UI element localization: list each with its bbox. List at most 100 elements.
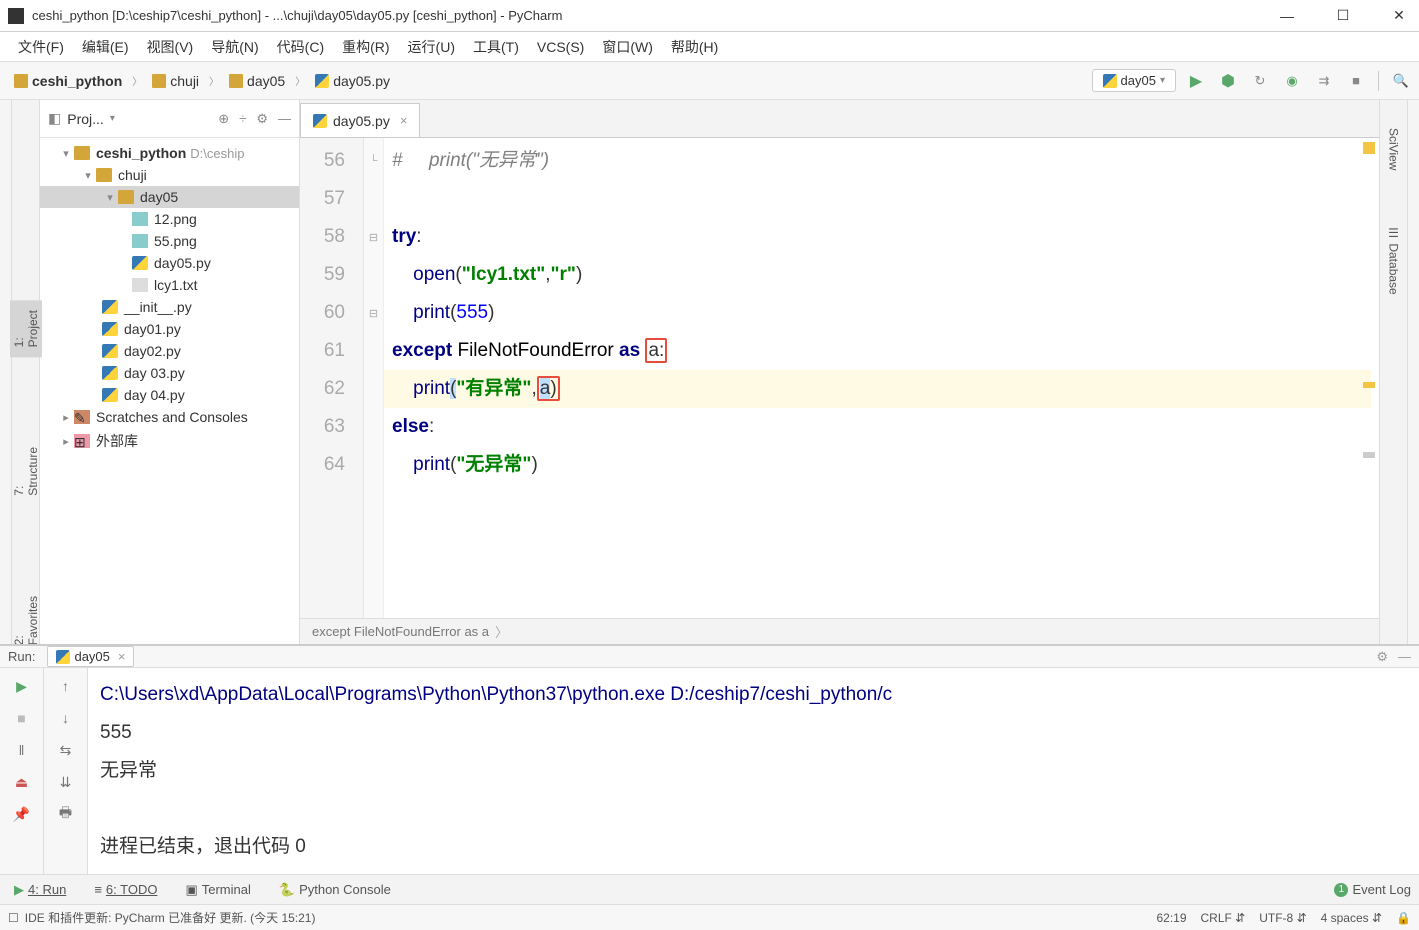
python-console-tab[interactable]: 🐍Python Console (273, 880, 397, 900)
tree-folder-root[interactable]: ▾ceshi_pythonD:\ceship (40, 142, 299, 164)
up-button[interactable]: ↑ (56, 676, 76, 696)
fold-icon[interactable]: ⊟ (364, 218, 383, 256)
close-icon[interactable]: × (400, 113, 408, 128)
menu-vcs[interactable]: VCS(S) (531, 35, 590, 59)
wrap-button[interactable]: ⇆ (56, 740, 76, 760)
structure-tool-tab[interactable]: 7: Structure (10, 437, 42, 506)
folder-icon (229, 74, 243, 88)
line-separator[interactable]: CRLF ⇵ (1201, 911, 1246, 925)
editor-tab[interactable]: day05.py × (300, 103, 420, 137)
close-button[interactable]: ✕ (1387, 4, 1411, 28)
run-config-selector[interactable]: day05 ▾ (1092, 69, 1176, 92)
status-message: IDE 和插件更新: PyCharm 已准备好 更新. (今天 15:21) (25, 909, 316, 926)
exit-button[interactable]: ⏏ (12, 772, 32, 792)
tree-file[interactable]: day05.py (40, 252, 299, 274)
project-tree[interactable]: ▾ceshi_pythonD:\ceship ▾chuji ▾day05 12.… (40, 138, 299, 644)
gear-icon[interactable]: ⚙ (1376, 649, 1388, 665)
gear-icon[interactable]: ⚙ (256, 111, 268, 127)
status-icon[interactable]: ☐ (8, 911, 19, 925)
tree-file[interactable]: day 03.py (40, 362, 299, 384)
coverage-button[interactable]: ↻ (1250, 71, 1270, 91)
code-editor[interactable]: 565758 596061 626364 └⊟ ⊟ # print("无异常")… (300, 138, 1379, 618)
editor-minimap[interactable] (1363, 142, 1375, 542)
print-button[interactable]: 🖶 (56, 804, 76, 824)
tree-file[interactable]: 55.png (40, 230, 299, 252)
menu-file[interactable]: 文件(F) (12, 33, 70, 61)
warning-marker[interactable] (1363, 142, 1375, 154)
editor-breadcrumb-strip[interactable]: except FileNotFoundError as a〉 (300, 618, 1379, 644)
python-file-icon (102, 300, 118, 314)
terminal-tab[interactable]: ▣Terminal (179, 880, 256, 900)
pause-button[interactable]: ‖ (12, 740, 32, 760)
project-panel-header: ◧Proj...▾ ⊕ ÷ ⚙ — (40, 100, 299, 138)
tree-ext-lib[interactable]: ▸⊞外部库 (40, 428, 299, 454)
warning-stripe[interactable] (1363, 452, 1375, 458)
left-margin-strip (0, 100, 12, 644)
menu-navigate[interactable]: 导航(N) (205, 33, 264, 61)
file-encoding[interactable]: UTF-8 ⇵ (1259, 911, 1306, 925)
debug-button[interactable]: ⬢ (1218, 71, 1238, 91)
breadcrumb-item[interactable]: chuji (146, 71, 205, 91)
tree-scratches[interactable]: ▸✎Scratches and Consoles (40, 406, 299, 428)
tree-folder-selected[interactable]: ▾day05 (40, 186, 299, 208)
tree-file[interactable]: day01.py (40, 318, 299, 340)
collapse-icon[interactable]: ÷ (239, 111, 246, 127)
todo-tab[interactable]: ≡6: TODO (88, 880, 163, 899)
attach-button[interactable]: ⇉ (1314, 71, 1334, 91)
menu-edit[interactable]: 编辑(E) (76, 33, 135, 61)
close-icon[interactable]: × (118, 649, 126, 664)
tree-file[interactable]: lcy1.txt (40, 274, 299, 296)
code-content[interactable]: # print("无异常") try: open("lcy1.txt","r")… (384, 138, 1379, 618)
tree-file[interactable]: __init__.py (40, 296, 299, 318)
sciview-tool-tab[interactable]: SciView (1385, 120, 1403, 178)
profile-button[interactable]: ◉ (1282, 71, 1302, 91)
cursor-position[interactable]: 62:19 (1156, 911, 1186, 925)
python-icon: 🐍 (279, 882, 295, 898)
menu-window[interactable]: 窗口(W) (596, 33, 659, 61)
run-config-tab[interactable]: day05 × (47, 646, 134, 667)
stop-button[interactable]: ■ (1346, 71, 1366, 91)
breadcrumb-item[interactable]: day05.py (309, 71, 396, 91)
stop-button[interactable]: ■ (12, 708, 32, 728)
hide-icon[interactable]: — (278, 111, 291, 127)
menu-help[interactable]: 帮助(H) (665, 33, 724, 61)
console-line: 进程已结束，退出代码 0 (100, 828, 1407, 866)
tree-file[interactable]: day 04.py (40, 384, 299, 406)
menu-tools[interactable]: 工具(T) (467, 33, 525, 61)
menu-code[interactable]: 代码(C) (271, 33, 330, 61)
tree-file[interactable]: 12.png (40, 208, 299, 230)
tree-folder[interactable]: ▾chuji (40, 164, 299, 186)
window-title: ceshi_python [D:\ceship7\ceshi_python] -… (32, 8, 1275, 23)
fold-end-icon[interactable]: └ (364, 142, 383, 180)
menu-view[interactable]: 视图(V) (141, 33, 200, 61)
fold-icon[interactable]: ⊟ (364, 294, 383, 332)
lock-icon[interactable]: 🔒 (1396, 911, 1411, 925)
scroll-button[interactable]: ⇊ (56, 772, 76, 792)
pin-button[interactable]: 📌 (12, 804, 32, 824)
rerun-button[interactable]: ▶ (12, 676, 32, 696)
menu-refactor[interactable]: 重构(R) (336, 33, 395, 61)
run-tab[interactable]: ▶4: Run (8, 880, 72, 900)
database-tool-tab[interactable]: ☰ Database (1385, 218, 1403, 303)
favorites-tool-tab[interactable]: 2: Favorites (10, 586, 42, 644)
breadcrumb-item[interactable]: ceshi_python (8, 71, 128, 91)
chevron-right-icon: 〉 (209, 73, 219, 88)
console-output[interactable]: C:\Users\xd\AppData\Local\Programs\Pytho… (88, 668, 1419, 874)
locate-icon[interactable]: ⊕ (218, 111, 229, 127)
indent-settings[interactable]: 4 spaces ⇵ (1321, 911, 1382, 925)
minimize-button[interactable]: — (1275, 4, 1299, 28)
title-bar: ceshi_python [D:\ceship7\ceshi_python] -… (0, 0, 1419, 32)
breadcrumb-item[interactable]: day05 (223, 71, 291, 91)
project-tool-tab[interactable]: 1: Project (10, 300, 42, 357)
warning-stripe[interactable] (1363, 382, 1375, 388)
chevron-right-icon: 〉 (295, 73, 305, 88)
run-button[interactable]: ▶ (1186, 71, 1206, 91)
breadcrumb: ceshi_python 〉 chuji 〉 day05 〉 day05.py (8, 71, 1092, 91)
tree-file[interactable]: day02.py (40, 340, 299, 362)
menu-run[interactable]: 运行(U) (402, 33, 461, 61)
search-everywhere-button[interactable]: 🔍 (1391, 71, 1411, 91)
event-log-tab[interactable]: 1Event Log (1334, 882, 1411, 897)
down-button[interactable]: ↓ (56, 708, 76, 728)
hide-icon[interactable]: — (1398, 649, 1411, 665)
maximize-button[interactable]: ☐ (1331, 4, 1355, 28)
